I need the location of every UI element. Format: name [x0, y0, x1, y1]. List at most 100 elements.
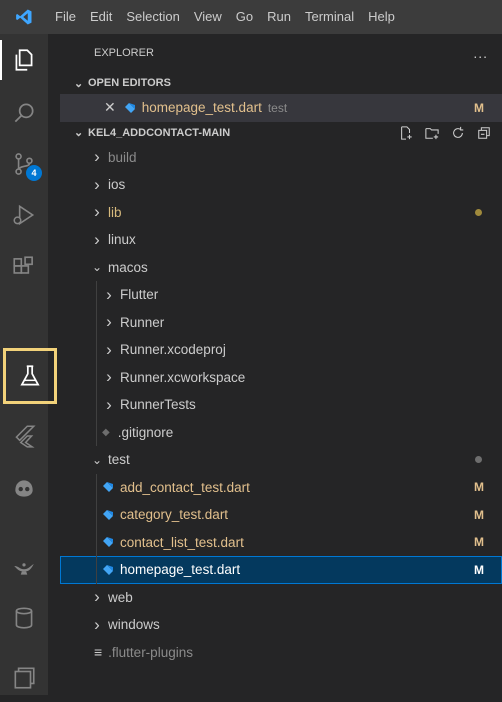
tree-item-label: web — [108, 589, 133, 605]
open-editors-label: OPEN EDITORS — [88, 77, 171, 89]
lines-file-icon: ≡ — [94, 644, 103, 661]
chevron-right-icon: › — [106, 284, 112, 304]
file-item-add-contact-test-dart[interactable]: add_contact_test.dart M — [60, 473, 502, 501]
beaker-icon — [20, 365, 40, 386]
git-status-badge: M — [474, 507, 484, 522]
tree-item-label: Flutter — [120, 287, 159, 303]
tree-item-label: add_contact_test.dart — [120, 479, 250, 495]
chevron-down-icon: ⌄ — [74, 127, 84, 139]
run-debug-activity-button[interactable] — [0, 191, 48, 239]
menu-help[interactable]: Help — [361, 0, 402, 34]
flutter-icon — [15, 425, 36, 448]
indent-guide — [96, 528, 97, 556]
database-activity-button[interactable] — [0, 594, 48, 642]
folder-item-macos[interactable]: ⌄ macos — [60, 254, 502, 282]
file-tree: › build › ios › lib › linux ⌄ macos › Flutter › Runne… — [60, 144, 502, 667]
testing-activity-button[interactable] — [3, 348, 57, 404]
folder-item-runnertests[interactable]: › RunnerTests — [60, 391, 502, 419]
tree-item-label: .flutter-plugins — [108, 644, 193, 660]
tree-item-label: ios — [108, 177, 126, 193]
file-item-category-test-dart[interactable]: category_test.dart M — [60, 501, 502, 529]
folder-item-lib[interactable]: › lib — [60, 199, 502, 227]
tree-item-label: macos — [108, 259, 148, 275]
chevron-right-icon: › — [94, 202, 100, 222]
folder-item-runner-xcodeproj[interactable]: › Runner.xcodeproj — [60, 336, 502, 364]
folder-item-linux[interactable]: › linux — [60, 226, 502, 254]
chevron-down-icon: ⌄ — [74, 77, 84, 90]
menu-selection[interactable]: Selection — [119, 0, 186, 34]
tree-item-label: Runner.xcodeproj — [120, 342, 226, 358]
open-editor-status: M — [474, 100, 484, 115]
folder-item-build[interactable]: › build — [60, 144, 502, 172]
new-folder-icon[interactable] — [424, 126, 440, 140]
dart-file-icon — [103, 509, 113, 520]
git-status-badge: M — [474, 480, 484, 495]
menu-bar: File Edit Selection View Go Run Terminal… — [0, 0, 502, 34]
file-item-contact-list-test-dart[interactable]: contact_list_test.dart M — [60, 528, 502, 556]
indent-guide — [96, 281, 97, 309]
run-debug-icon — [13, 204, 35, 226]
lamp-activity-button[interactable] — [0, 542, 48, 590]
folder-item-runner[interactable]: › Runner — [60, 308, 502, 336]
indent-guide — [96, 308, 97, 336]
tree-item-label: contact_list_test.dart — [120, 534, 244, 550]
folder-item-runner-xcworkspace[interactable]: › Runner.xcworkspace — [60, 363, 502, 391]
chevron-down-icon: ⌄ — [91, 260, 103, 275]
new-file-icon[interactable] — [398, 125, 414, 140]
source-control-badge: 4 — [26, 165, 42, 181]
refresh-icon[interactable] — [450, 126, 466, 140]
chevron-right-icon: › — [94, 229, 100, 249]
tree-item-label: Runner — [120, 314, 165, 330]
file-item-homepage-test-dart[interactable]: homepage_test.dart M — [60, 556, 502, 584]
chevron-down-icon: ⌄ — [91, 452, 103, 467]
dart-file-icon — [103, 537, 113, 548]
menu-terminal[interactable]: Terminal — [298, 0, 361, 34]
copilot-activity-button[interactable] — [0, 464, 48, 512]
tree-item-label: homepage_test.dart — [120, 562, 241, 578]
menu-run[interactable]: Run — [260, 0, 298, 34]
chevron-right-icon: › — [94, 147, 100, 167]
files-icon — [15, 49, 33, 71]
search-icon — [14, 103, 34, 123]
chevron-right-icon: › — [106, 312, 112, 332]
open-editor-item[interactable]: ✕ homepage_test.dart test M — [60, 94, 502, 122]
tree-item-label: category_test.dart — [120, 507, 229, 523]
close-icon[interactable]: ✕ — [104, 99, 116, 116]
search-activity-button[interactable] — [0, 89, 48, 137]
project-header[interactable]: ⌄ KEL4_ADDCONTACT-MAIN — [60, 122, 502, 144]
chevron-right-icon: › — [106, 394, 112, 414]
menu-view[interactable]: View — [187, 0, 229, 34]
open-editors-header[interactable]: ⌄ OPEN EDITORS — [60, 72, 502, 94]
collapse-all-icon[interactable] — [476, 126, 492, 140]
folder-item-ios[interactable]: › ios — [60, 171, 502, 199]
indent-guide — [96, 363, 97, 391]
chevron-right-icon: › — [94, 614, 100, 634]
menu-go[interactable]: Go — [229, 0, 260, 34]
genie-lamp-icon — [14, 563, 34, 575]
vscode-logo-icon — [0, 0, 48, 34]
explorer-activity-button[interactable] — [0, 36, 48, 84]
tree-item-label: windows — [108, 617, 160, 633]
folder-item-web[interactable]: › web — [60, 584, 502, 612]
chevron-right-icon: › — [94, 174, 100, 194]
open-editor-folder: test — [267, 100, 288, 115]
indent-guide — [96, 418, 97, 446]
menu-file[interactable]: File — [48, 0, 83, 34]
file-item-gitignore[interactable]: ◆ .gitignore — [60, 418, 502, 446]
git-status-badge: M — [474, 562, 484, 577]
open-editor-filename: homepage_test.dart — [141, 100, 262, 116]
menu-edit[interactable]: Edit — [83, 0, 119, 34]
folder-item-test[interactable]: ⌄ test — [60, 446, 502, 474]
folder-item-windows[interactable]: › windows — [60, 611, 502, 639]
dart-file-icon — [103, 564, 113, 575]
more-actions-button[interactable]: ... — [473, 45, 488, 61]
flutter-activity-button[interactable] — [0, 412, 48, 460]
database-icon — [15, 607, 33, 629]
source-control-activity-button[interactable]: 4 — [0, 140, 48, 188]
folder-item-flutter[interactable]: › Flutter — [60, 281, 502, 309]
extensions-activity-button[interactable] — [0, 243, 48, 291]
indent-guide — [96, 556, 97, 584]
git-status-badge: M — [474, 535, 484, 550]
tree-item-label: test — [108, 452, 130, 468]
file-item-flutter-plugins[interactable]: ≡ .flutter-plugins — [60, 639, 502, 667]
